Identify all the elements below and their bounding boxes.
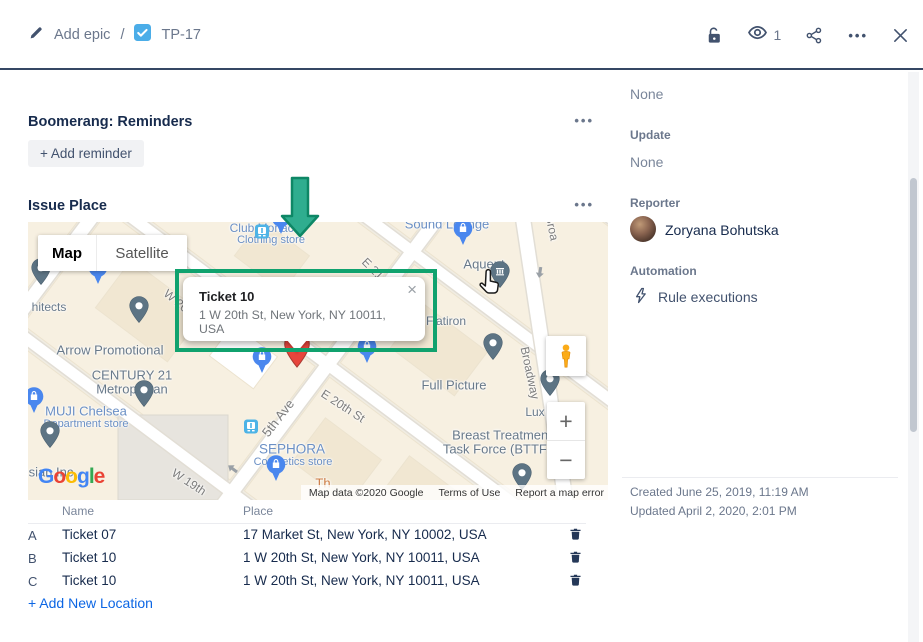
subway-station-icon xyxy=(255,225,269,244)
column-header-name: Name xyxy=(62,504,94,518)
lock-icon[interactable] xyxy=(704,26,723,45)
add-new-location-link[interactable]: + Add New Location xyxy=(28,595,153,611)
more-actions-button[interactable]: ••• xyxy=(848,28,868,43)
map-pin-poi xyxy=(40,421,60,453)
task-type-icon[interactable] xyxy=(134,24,151,46)
watchers-button[interactable]: 1 xyxy=(747,22,782,48)
map-label: Breast Treatment xyxy=(452,428,552,443)
report-map-error-link[interactable]: Report a map error xyxy=(515,487,604,499)
share-icon[interactable] xyxy=(805,26,824,45)
created-timestamp: Created June 25, 2019, 11:19 AM xyxy=(630,485,809,499)
location-place: 1 W 20th St, New York, NY 10011, USA xyxy=(243,573,480,588)
pegman-control[interactable] xyxy=(546,336,586,376)
watchers-count: 1 xyxy=(774,27,782,43)
reminders-menu-button[interactable]: ••• xyxy=(570,113,594,128)
rule-executions-link[interactable]: Rule executions xyxy=(658,289,758,305)
delete-location-button[interactable] xyxy=(569,550,582,569)
header-actions: 1 ••• xyxy=(704,0,909,70)
update-field-label: Update xyxy=(630,128,671,142)
sidebar-divider xyxy=(622,477,898,478)
breadcrumb: Add epic / TP-17 xyxy=(28,0,201,70)
automation-field-label: Automation xyxy=(630,264,697,278)
location-letter: C xyxy=(28,574,37,589)
map-attribution: Map data ©2020 Google Terms of Use Report … xyxy=(301,485,608,500)
zoom-in-button[interactable]: + xyxy=(547,402,585,441)
issue-header-bar: Add epic / TP-17 1 ••• xyxy=(0,0,923,70)
map-pin-poi xyxy=(483,333,503,365)
hand-cursor-icon xyxy=(476,268,502,303)
map-type-satellite-button[interactable]: Satellite xyxy=(96,235,187,271)
issue-place-section-title: Issue Place xyxy=(28,198,107,214)
locations-table-header: Name Place xyxy=(28,501,586,524)
issue-place-menu-button[interactable]: ••• xyxy=(570,197,594,212)
google-map[interactable]: Club MonacoClothing storeSound LoungeAqu… xyxy=(28,222,608,500)
subway-station-icon xyxy=(244,420,258,439)
map-label: Task Force (BTTF) xyxy=(443,442,551,457)
location-place: 17 Market St, New York, NY 10002, USA xyxy=(243,527,487,542)
map-pin-poi xyxy=(134,380,154,412)
map-pin-poi xyxy=(129,296,149,328)
location-name: Ticket 10 xyxy=(62,573,116,588)
eye-icon xyxy=(747,22,768,48)
location-row-B: B Ticket 10 1 W 20th St, New York, NY 1001… xyxy=(28,547,588,570)
close-icon[interactable] xyxy=(892,27,909,44)
updated-timestamp: Updated April 2, 2020, 2:01 PM xyxy=(630,504,797,518)
map-type-control: Map Satellite xyxy=(38,235,187,271)
reporter-field-label: Reporter xyxy=(630,196,680,210)
add-epic-link[interactable]: Add epic xyxy=(54,27,110,43)
map-label: hitects xyxy=(32,300,67,314)
issue-key[interactable]: TP-17 xyxy=(161,27,201,43)
location-row-A: A Ticket 07 17 Market St, New York, NY 100… xyxy=(28,524,588,547)
reporter-avatar[interactable] xyxy=(630,216,656,242)
lightning-icon xyxy=(633,287,649,309)
breadcrumb-separator: / xyxy=(120,27,124,43)
map-label: CENTURY 21 xyxy=(92,368,172,383)
issue-detail-view: Add epic / TP-17 1 ••• xyxy=(0,0,923,642)
google-logo[interactable]: Google xyxy=(38,465,104,489)
map-label: Metropolitan xyxy=(96,382,168,397)
delete-location-button[interactable] xyxy=(569,527,582,546)
location-letter: A xyxy=(28,528,37,543)
location-name: Ticket 10 xyxy=(62,550,116,565)
column-header-place: Place xyxy=(243,504,273,518)
map-pin-blue xyxy=(28,387,44,419)
scrollbar-thumb[interactable] xyxy=(910,178,917,432)
location-name: Ticket 07 xyxy=(62,527,116,542)
map-zoom-control: + − xyxy=(547,402,585,479)
map-label: Arrow Promotional xyxy=(57,343,164,358)
annotation-arrow-icon xyxy=(280,176,320,243)
field-value-none[interactable]: None xyxy=(630,86,663,102)
location-place: 1 W 20th St, New York, NY 10011, USA xyxy=(243,550,480,565)
map-data-credit: Map data ©2020 Google xyxy=(309,487,424,499)
zoom-out-button[interactable]: − xyxy=(547,441,585,479)
edit-pencil-icon[interactable] xyxy=(28,25,44,46)
add-reminder-button[interactable]: + Add reminder xyxy=(28,140,144,167)
map-type-map-button[interactable]: Map xyxy=(38,235,96,271)
delete-location-button[interactable] xyxy=(569,573,582,592)
update-field-value[interactable]: None xyxy=(630,154,663,170)
location-letter: B xyxy=(28,551,37,566)
map-label: Full Picture xyxy=(421,378,486,393)
map-label: Sound Lounge xyxy=(405,222,490,232)
reporter-name[interactable]: Zoryana Bohutska xyxy=(665,222,779,238)
reminders-section-title: Boomerang: Reminders xyxy=(28,114,192,130)
map-pin-blue xyxy=(266,455,286,487)
terms-of-use-link[interactable]: Terms of Use xyxy=(438,487,500,499)
map-label: Lux xyxy=(525,405,544,419)
map-label: MUJI Chelsea xyxy=(45,404,127,419)
annotation-highlight-rect xyxy=(175,269,437,352)
location-row-C: C Ticket 10 1 W 20th St, New York, NY 1001… xyxy=(28,570,588,593)
map-pin-blue xyxy=(453,222,473,251)
